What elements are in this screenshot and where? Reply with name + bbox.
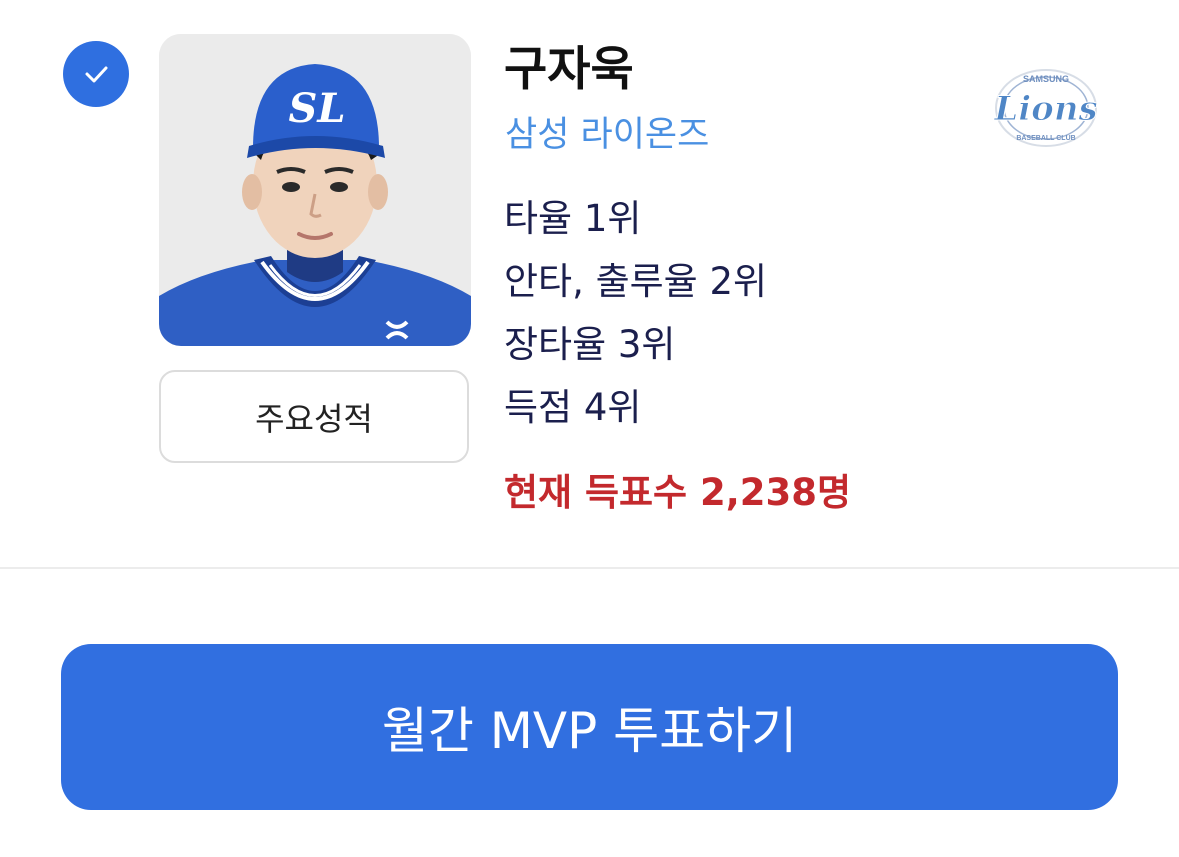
svg-text:SAMSUNG: SAMSUNG xyxy=(1023,74,1069,84)
current-votes: 현재 득표수 2,238명 xyxy=(504,471,852,514)
section-divider xyxy=(0,567,1179,569)
records-list: 타율 1위 안타, 출루율 2위 장타율 3위 득점 4위 xyxy=(504,190,767,442)
record-item: 타율 1위 xyxy=(504,197,642,240)
record-item: 득점 4위 xyxy=(504,386,642,429)
record-item: 안타, 출루율 2위 xyxy=(504,260,768,303)
svg-text:Lions: Lions xyxy=(993,89,1097,129)
player-name: 구자욱 xyxy=(504,42,634,97)
record-item: 장타율 3위 xyxy=(504,323,676,366)
check-icon xyxy=(85,66,108,83)
player-photo: SL xyxy=(159,34,471,346)
team-logo: SAMSUNG Lions BASEBALL CLUB xyxy=(981,60,1111,155)
svg-text:BASEBALL CLUB: BASEBALL CLUB xyxy=(1016,135,1075,142)
key-stats-button[interactable]: 주요성적 xyxy=(159,370,469,463)
vote-button[interactable]: 월간 MVP 투표하기 xyxy=(61,644,1118,810)
mvp-vote-card: SL 주요성적 구자욱 삼성 라이온즈 타율 1위 안타, 출루율 2위 장타율… xyxy=(0,0,1179,857)
svg-text:SL: SL xyxy=(288,85,345,132)
select-check-button[interactable] xyxy=(63,41,129,107)
player-team: 삼성 라이온즈 xyxy=(505,115,710,155)
